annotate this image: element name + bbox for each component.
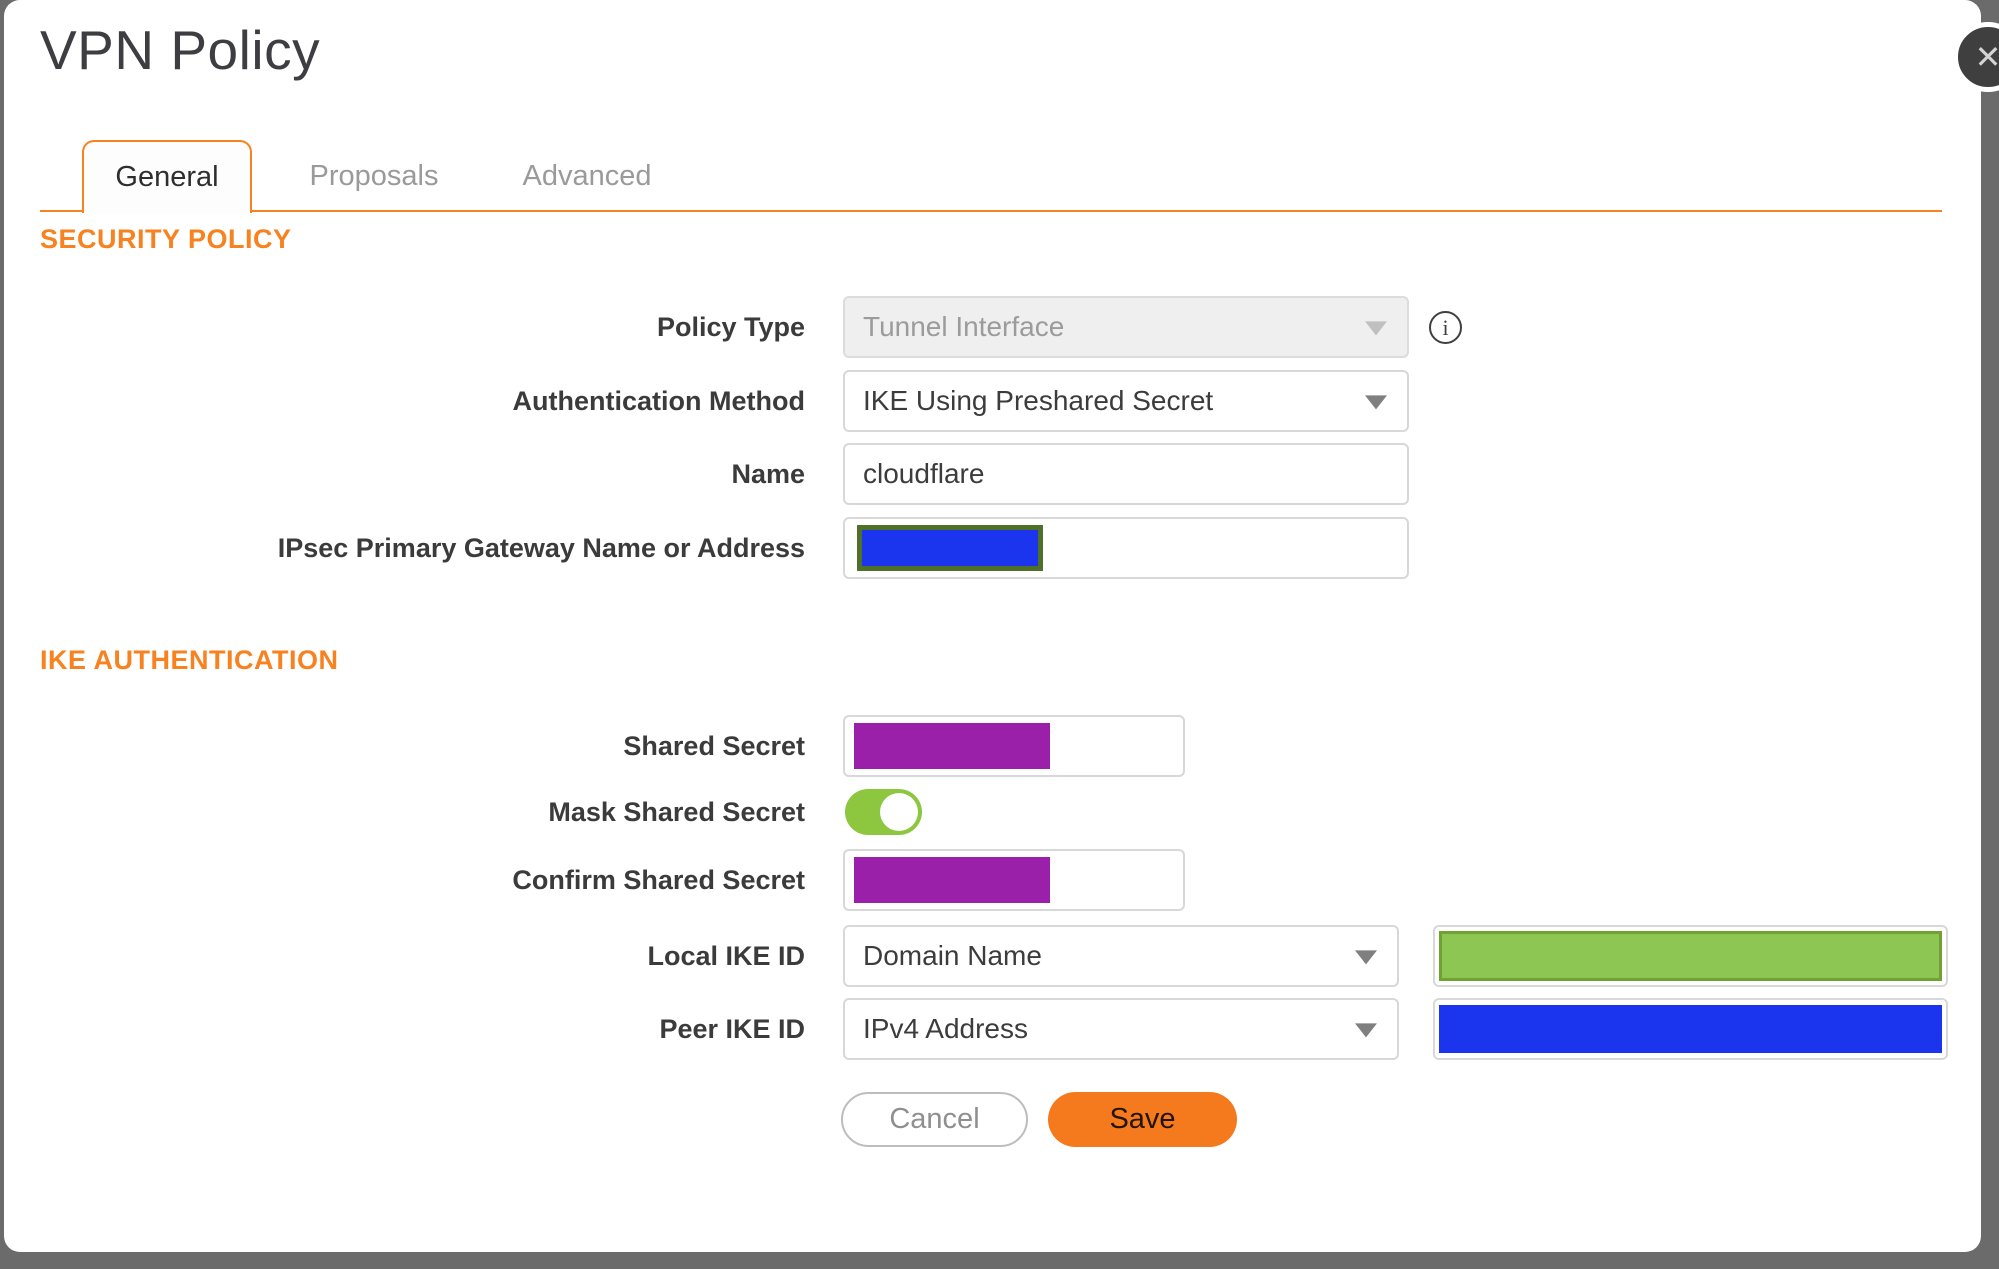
mask-shared-secret-toggle[interactable]: [845, 789, 922, 835]
page-title: VPN Policy: [40, 19, 321, 81]
save-button[interactable]: Save: [1048, 1092, 1237, 1147]
policy-type-label: Policy Type: [656, 311, 805, 342]
mask-shared-secret-label: Mask Shared Secret: [548, 796, 805, 827]
local-ike-id-label: Local IKE ID: [647, 940, 805, 971]
save-button-label: Save: [1109, 1103, 1176, 1135]
policy-type-value: Tunnel Interface: [863, 311, 1065, 342]
local-ike-id-value-input[interactable]: [1433, 925, 1948, 987]
auth-method-value: IKE Using Preshared Secret: [863, 385, 1214, 416]
confirm-shared-secret-label: Confirm Shared Secret: [512, 864, 805, 895]
peer-ike-id-type-value: IPv4 Address: [863, 1013, 1028, 1044]
gateway-redaction-block: [857, 525, 1043, 571]
peer-ike-id-value-input[interactable]: [1433, 998, 1948, 1060]
peer-ike-id-label: Peer IKE ID: [659, 1013, 805, 1044]
shared-secret-redaction-block: [854, 723, 1050, 769]
tab-general[interactable]: General: [82, 140, 252, 213]
auth-method-label: Authentication Method: [512, 385, 805, 416]
cancel-button[interactable]: Cancel: [841, 1092, 1028, 1147]
confirm-shared-secret-redaction-block: [854, 857, 1050, 903]
peer-ike-id-redaction-block: [1439, 1005, 1942, 1053]
peer-ike-id-row: Peer IKE ID IPv4 Address: [4, 998, 1981, 1060]
chevron-down-icon: [1355, 950, 1377, 965]
local-ike-id-type-select[interactable]: Domain Name: [843, 925, 1399, 987]
local-ike-id-redaction-block: [1439, 931, 1942, 981]
name-row: Name: [4, 443, 1981, 505]
tab-general-label: General: [115, 161, 219, 193]
policy-type-select: Tunnel Interface: [843, 296, 1409, 358]
shared-secret-row: Shared Secret: [4, 715, 1981, 777]
tab-advanced[interactable]: Advanced: [512, 140, 662, 212]
shared-secret-label: Shared Secret: [623, 730, 805, 761]
auth-method-row: Authentication Method IKE Using Preshare…: [4, 370, 1981, 432]
gateway-input[interactable]: [843, 517, 1409, 579]
info-icon-glyph: i: [1442, 314, 1449, 340]
name-input[interactable]: [843, 443, 1409, 505]
gateway-label: IPsec Primary Gateway Name or Address: [277, 532, 805, 563]
gateway-row: IPsec Primary Gateway Name or Address: [4, 517, 1981, 579]
shared-secret-input[interactable]: [843, 715, 1185, 777]
peer-ike-id-type-select[interactable]: IPv4 Address: [843, 998, 1399, 1060]
confirm-shared-secret-row: Confirm Shared Secret: [4, 849, 1981, 911]
tab-proposals[interactable]: Proposals: [299, 140, 449, 212]
cancel-button-label: Cancel: [889, 1103, 980, 1135]
close-icon: ✕: [1974, 39, 1999, 75]
toggle-knob: [880, 793, 918, 831]
info-icon[interactable]: i: [1429, 311, 1462, 344]
mask-shared-secret-row: Mask Shared Secret: [4, 789, 1981, 835]
name-label: Name: [731, 458, 805, 489]
ike-authentication-heading: IKE AUTHENTICATION: [40, 645, 339, 675]
chevron-down-icon: [1365, 395, 1387, 410]
tab-advanced-label: Advanced: [522, 159, 652, 192]
security-policy-heading: SECURITY POLICY: [40, 224, 292, 254]
local-ike-id-row: Local IKE ID Domain Name: [4, 925, 1981, 987]
chevron-down-icon: [1365, 321, 1387, 336]
chevron-down-icon: [1355, 1023, 1377, 1038]
tab-proposals-label: Proposals: [309, 159, 439, 192]
policy-type-row: Policy Type Tunnel Interface i: [4, 296, 1981, 358]
auth-method-select[interactable]: IKE Using Preshared Secret: [843, 370, 1409, 432]
vpn-policy-dialog: VPN Policy General Proposals Advanced SE…: [4, 0, 1999, 1252]
close-button[interactable]: ✕: [1953, 22, 1999, 92]
confirm-shared-secret-input[interactable]: [843, 849, 1185, 911]
local-ike-id-type-value: Domain Name: [863, 940, 1042, 971]
